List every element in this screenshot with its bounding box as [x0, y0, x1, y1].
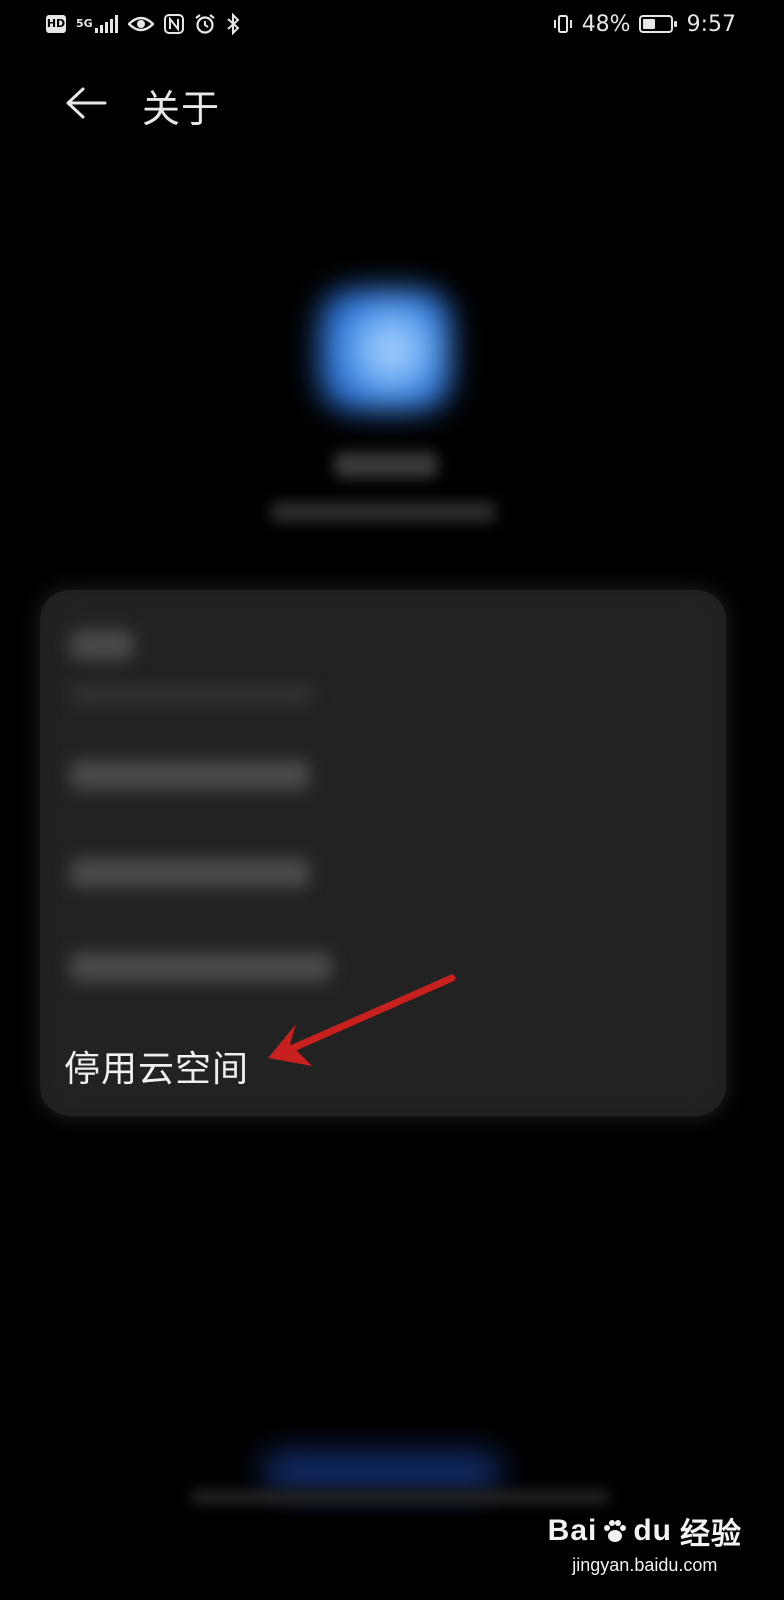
watermark-brand-suffix: du	[633, 1514, 672, 1547]
battery-fill	[642, 19, 655, 29]
vibrate-icon	[552, 13, 574, 35]
back-button[interactable]	[60, 80, 112, 126]
blurred-row	[70, 686, 314, 704]
watermark-brand: Bai	[547, 1514, 598, 1547]
blurred-row	[70, 760, 310, 790]
5g-signal-icon: 5G	[76, 15, 118, 33]
clock: 9:57	[686, 11, 736, 37]
nfc-icon	[163, 14, 184, 34]
baidu-jingyan-watermark: Bai du 经验 jingyan.baidu.com	[548, 1509, 742, 1576]
alarm-icon	[194, 13, 216, 35]
cloud-app-icon	[318, 288, 452, 412]
battery-icon	[638, 15, 677, 33]
paw-icon	[604, 1520, 627, 1542]
blurred-row	[70, 858, 310, 888]
annotation-arrow-icon	[268, 974, 456, 1066]
bluetooth-icon	[226, 13, 240, 35]
watermark-brand-cn: 经验	[680, 1518, 742, 1551]
status-bar-right: 48% 9:57	[552, 10, 736, 38]
blurred-row	[70, 630, 134, 660]
back-arrow-icon	[66, 87, 107, 119]
blurred-version	[270, 502, 496, 522]
blurred-bottom-button	[262, 1452, 502, 1492]
page-title: 关于	[142, 87, 221, 131]
eye-comfort-icon	[127, 15, 154, 33]
watermark-url: jingyan.baidu.com	[572, 1555, 718, 1575]
disable-cloud-space-item[interactable]: 停用云空间	[64, 1040, 249, 1092]
battery-percent: 48%	[581, 11, 631, 37]
blurred-bottom-text	[190, 1490, 610, 1504]
blurred-app-name	[334, 452, 438, 478]
network-type-label: 5G	[76, 17, 93, 30]
status-bar-left: HD 5G	[46, 10, 240, 38]
watermark-logo: Bai du 经验	[548, 1509, 742, 1553]
hd-icon: HD	[46, 15, 66, 33]
